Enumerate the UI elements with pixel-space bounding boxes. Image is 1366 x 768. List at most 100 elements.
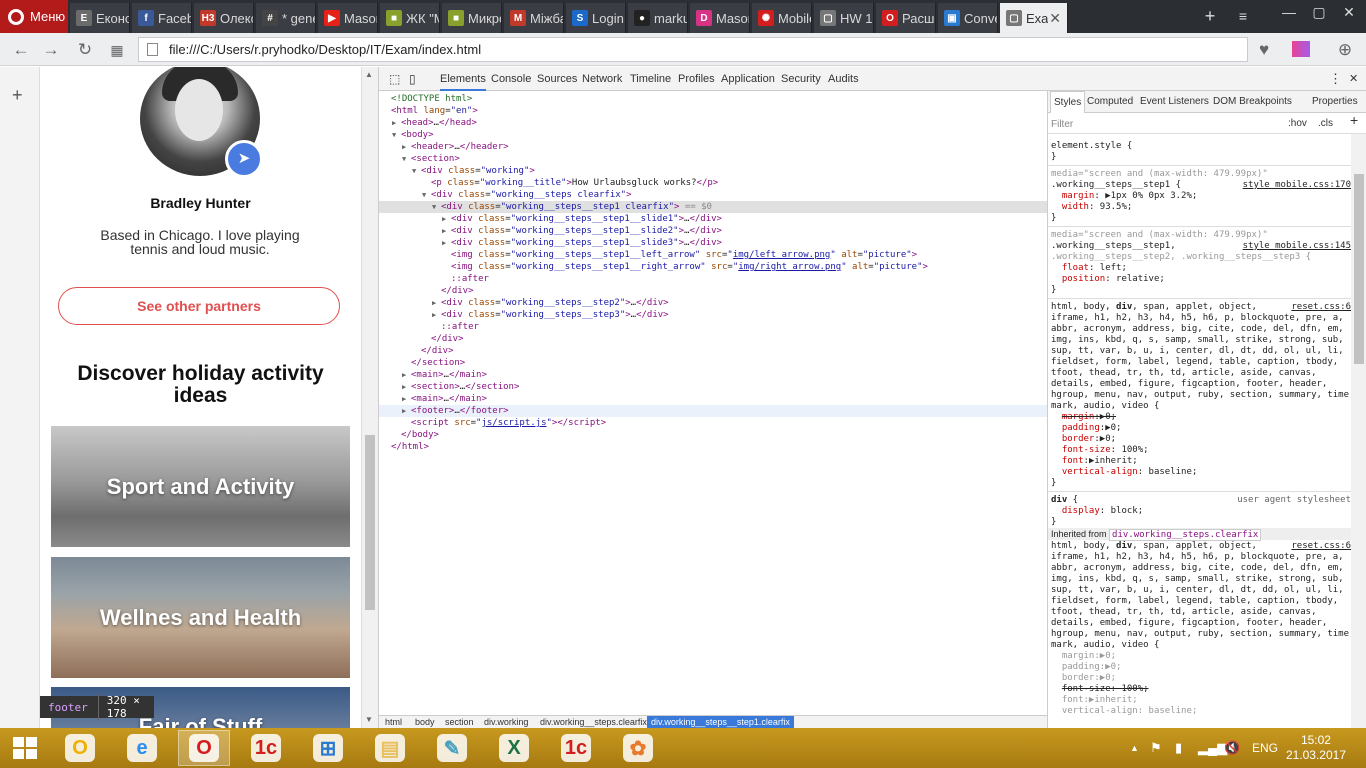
style-line[interactable]: font-size: 100%; [1051,684,1351,695]
devtools-close-icon[interactable]: ✕ [1349,67,1358,91]
dom-node-line[interactable]: <img class="working__steps__step1__right… [451,261,928,273]
flag-icon[interactable]: ⚑ [1150,740,1162,756]
browser-tab[interactable]: ▢HW 15 [814,3,874,33]
style-line[interactable]: details, embed, figure, figcaption, foot… [1051,379,1351,390]
dom-node-line[interactable]: ▼ <div class="working"> [412,165,535,177]
browser-tab[interactable]: MМіжба [504,3,564,33]
style-line[interactable]: } [1051,478,1351,489]
style-line[interactable]: float: left; [1051,263,1351,274]
dom-node-line[interactable]: <p class="working__title">How Urlaubsglu… [431,177,718,189]
filter-input[interactable]: Filter [1051,119,1073,130]
browser-tab[interactable]: EЕконом [70,3,130,33]
style-line[interactable]: iframe, h1, h2, h3, h4, h5, h6, p, block… [1051,552,1351,563]
heart-icon[interactable]: ♥ [1253,39,1275,61]
scroll-thumb[interactable] [1354,174,1364,364]
expand-arrow-icon[interactable]: ▶ [442,213,446,225]
style-line[interactable]: element.style { [1051,141,1351,152]
expand-arrow-icon[interactable]: ▶ [392,117,396,129]
volume-muted-icon[interactable]: 🔇 [1224,740,1240,756]
expand-arrow-icon[interactable]: ▶ [402,141,406,153]
reload-icon[interactable]: ↻ [74,39,96,61]
style-line[interactable]: fieldset, form, label, legend, table, ca… [1051,596,1351,607]
battery-icon[interactable]: ▮ [1175,740,1182,756]
inherited-tag[interactable]: div.working__steps.clearfix [1109,529,1262,541]
dom-node-line[interactable]: ▶ <head>…</head> [392,117,477,129]
expand-arrow-icon[interactable]: ▼ [422,189,426,201]
style-line[interactable]: vertical-align: baseline; [1051,467,1351,478]
new-tab-button[interactable]: + [1195,4,1225,28]
device-mode-icon[interactable]: ▯ [409,67,416,91]
expand-arrow-icon[interactable]: ▼ [392,129,396,141]
styles-tab-event-listeners[interactable]: Event Listeners [1140,91,1209,113]
forward-icon[interactable]: → [40,39,62,61]
hov-toggle[interactable]: :hov [1288,118,1307,129]
expand-arrow-icon[interactable]: ▶ [442,237,446,249]
styles-tab-computed[interactable]: Computed [1087,91,1133,113]
browser-tab[interactable]: fFacebo [132,3,192,33]
browser-tab[interactable]: ■ЖК "М [380,3,440,33]
tab-menu-icon[interactable]: ≡ [1228,4,1258,28]
expand-arrow-icon[interactable]: ▶ [432,297,436,309]
devtools-tab-network[interactable]: Network [582,67,622,91]
style-line[interactable]: } [1051,517,1351,528]
style-line[interactable]: margin:▶0; [1051,412,1351,423]
dom-node-line[interactable]: ▼ <body> [392,129,434,141]
telegram-icon[interactable]: ➤ [225,140,263,178]
download-icon[interactable]: ⊕ [1334,39,1356,61]
style-line[interactable]: hgroup, menu, nav, output, ruby, section… [1051,390,1351,401]
style-line[interactable]: font:▶inherit; [1051,456,1351,467]
dom-node-line[interactable]: ▼ <div class="working__steps__step1 clear… [432,201,712,213]
browser-tab[interactable]: DMason [690,3,750,33]
browser-tab[interactable]: SLogin t [566,3,626,33]
style-line[interactable]: margin:▶0; [1051,651,1351,662]
dom-node-line[interactable]: ▶ <div class="working__steps__step1__slid… [442,213,722,225]
dom-node-line[interactable]: ▶ <main>…</main> [402,393,487,405]
dom-node-line[interactable]: </div> [421,345,454,357]
style-line[interactable]: media="screen and (max-width: 479.99px)" [1051,230,1351,241]
style-line[interactable]: img, ins, kbd, q, s, samp, small, strike… [1051,335,1351,346]
style-line[interactable]: abbr, acronym, address, big, cite, code,… [1051,324,1351,335]
expand-arrow-icon[interactable]: ▼ [402,153,406,165]
styles-tab-properties[interactable]: Properties [1312,91,1358,113]
opera-menu-button[interactable]: Меню [0,0,68,33]
dom-node-line[interactable]: ▶ <main>…</main> [402,369,487,381]
taskbar-app-outlook[interactable]: O [54,730,106,766]
see-other-partners-button[interactable]: See other partners [58,287,340,325]
page-scrollbar[interactable]: ▲ ▼ [361,67,378,728]
flow-icon[interactable] [1292,41,1310,57]
inspect-icon[interactable]: ⬚ [389,67,400,91]
maximize-button[interactable]: ▢ [1304,0,1334,24]
elements-tree[interactable]: <!DOCTYPE html> <html lang="en"> ▶ <head>…<… [379,91,1047,715]
activity-card-sport[interactable]: Sport and Activity [51,426,350,547]
browser-tab[interactable]: ■Микрс [442,3,502,33]
dom-node-line[interactable]: ▶ <div class="working__steps__step1__slid… [442,225,722,237]
expand-arrow-icon[interactable]: ▶ [402,381,406,393]
dom-node-line[interactable]: </section> [411,357,465,369]
url-field[interactable]: file:///C:/Users/r.pryhodko/Desktop/IT/E… [138,37,1248,62]
devtools-tab-timeline[interactable]: Timeline [630,67,671,91]
activity-card-wellness[interactable]: Wellnes and Health [51,557,350,678]
style-line[interactable]: tfoot, thead, tr, th, td, article, aside… [1051,607,1351,618]
taskbar-app-paint[interactable]: ✿ [612,730,664,766]
start-button[interactable] [0,730,50,766]
browser-tab[interactable]: OРасши [876,3,936,33]
style-line[interactable]: sup, tt, var, b, u, i, center, dl, dt, d… [1051,346,1351,357]
style-line[interactable]: tfoot, thead, tr, th, td, article, aside… [1051,368,1351,379]
minimize-button[interactable]: — [1274,0,1304,24]
dom-node-line[interactable]: </html> [391,441,429,453]
browser-tab[interactable]: ▶Mason [318,3,378,33]
style-line[interactable]: details, embed, figure, figcaption, foot… [1051,618,1351,629]
style-line[interactable]: padding:▶0; [1051,662,1351,673]
style-source-link[interactable]: style_mobile.css:170 [1243,180,1351,191]
style-line[interactable]: border:▶0; [1051,673,1351,684]
style-line[interactable]: iframe, h1, h2, h3, h4, h5, h6, p, block… [1051,313,1351,324]
styles-tab-dom-breakpoints[interactable]: DOM Breakpoints [1213,91,1292,113]
network-icon[interactable]: ▂▄▆ [1198,740,1227,756]
style-line[interactable]: display: block; [1051,506,1351,517]
expand-arrow-icon[interactable]: ▶ [402,405,406,417]
devtools-tab-sources[interactable]: Sources [537,67,577,91]
style-line[interactable]: border:▶0; [1051,434,1351,445]
browser-tab[interactable]: ● marku [628,3,688,33]
devtools-tab-profiles[interactable]: Profiles [678,67,715,91]
style-source-link[interactable]: reset.css:6 [1291,302,1351,313]
